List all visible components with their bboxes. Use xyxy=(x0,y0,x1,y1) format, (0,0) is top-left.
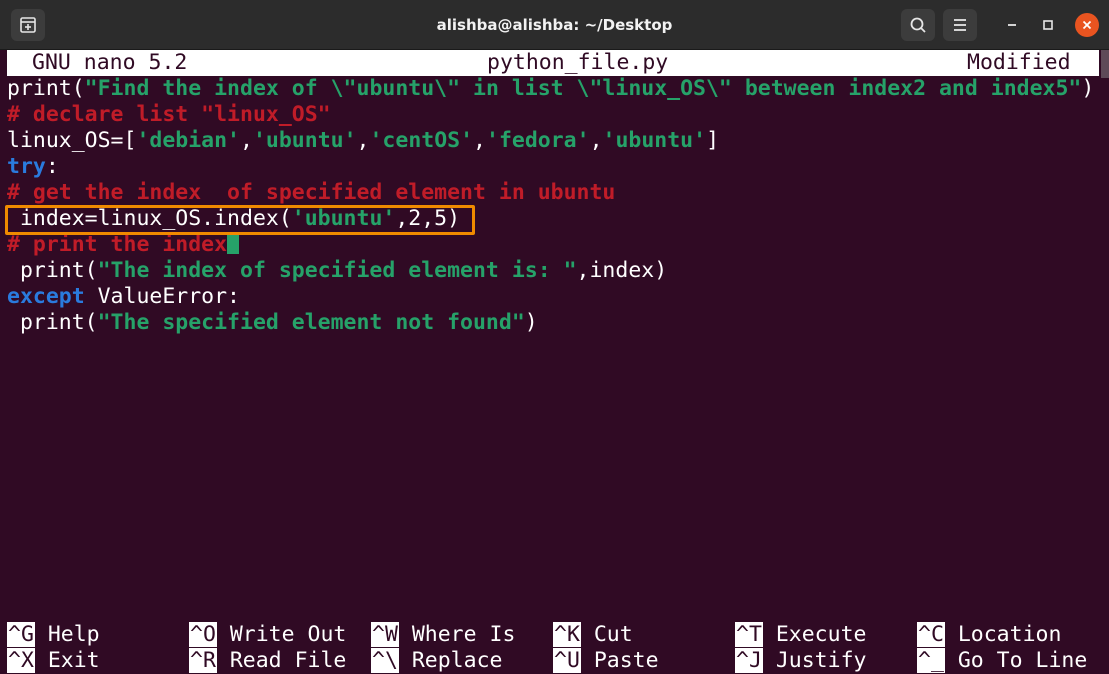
hamburger-menu-icon xyxy=(954,19,966,31)
text-cursor xyxy=(227,234,240,254)
maximize-button[interactable] xyxy=(1036,13,1060,37)
code-line-9: except ValueError: xyxy=(7,284,241,309)
nano-header-bar: GNU nano 5.2 python_file.py Modified xyxy=(7,50,1099,76)
close-icon xyxy=(1082,20,1092,30)
shortcut-where-is[interactable]: ^W Where Is xyxy=(371,622,515,648)
shortcut-cut[interactable]: ^K Cut xyxy=(553,622,633,648)
code-line-7: # print the index xyxy=(7,232,240,258)
shortcut-write-out[interactable]: ^O Write Out xyxy=(189,622,346,648)
minimize-icon xyxy=(1008,24,1016,26)
shortcut-location[interactable]: ^C Location xyxy=(917,622,1061,648)
shortcut-help[interactable]: ^G Help xyxy=(7,622,100,648)
scrollbar[interactable] xyxy=(1101,50,1109,78)
minimize-button[interactable] xyxy=(1000,13,1024,37)
terminal-content[interactable]: GNU nano 5.2 python_file.py Modified pri… xyxy=(0,50,1109,674)
nano-version: GNU nano 5.2 xyxy=(32,50,188,75)
shortcut-read-file[interactable]: ^R Read File xyxy=(189,648,346,674)
search-button[interactable] xyxy=(901,9,935,41)
modified-status: Modified xyxy=(967,50,1071,75)
code-line-3: linux_OS=['debian','ubuntu','centOS','fe… xyxy=(7,128,720,153)
shortcut-go-to-line[interactable]: ^_ Go To Line xyxy=(917,648,1087,674)
code-line-4: try: xyxy=(7,154,59,179)
highlight-box xyxy=(5,205,475,235)
close-button[interactable] xyxy=(1075,13,1099,37)
terminal-window: alishba@alishba: ~/Desktop GNU nano 5.2 … xyxy=(0,0,1109,674)
shortcut-justify[interactable]: ^J Justify xyxy=(735,648,866,674)
maximize-icon xyxy=(1043,20,1053,30)
code-line-1: print("Find the index of \"ubuntu\" in l… xyxy=(7,76,1095,101)
title-bar: alishba@alishba: ~/Desktop xyxy=(0,0,1109,50)
code-line-10: print("The specified element not found") xyxy=(7,310,538,335)
code-line-2: # declare list "linux_OS" xyxy=(7,102,331,127)
code-line-8: print("The index of specified element is… xyxy=(7,258,668,283)
code-line-5: # get the index of specified element in … xyxy=(7,180,616,205)
menu-button[interactable] xyxy=(943,9,977,41)
file-name: python_file.py xyxy=(487,50,669,75)
shortcut-execute[interactable]: ^T Execute xyxy=(735,622,866,648)
shortcut-exit[interactable]: ^X Exit xyxy=(7,648,100,674)
shortcut-paste[interactable]: ^U Paste xyxy=(553,648,659,674)
shortcut-replace[interactable]: ^\ Replace xyxy=(371,648,502,674)
search-icon xyxy=(910,17,926,33)
